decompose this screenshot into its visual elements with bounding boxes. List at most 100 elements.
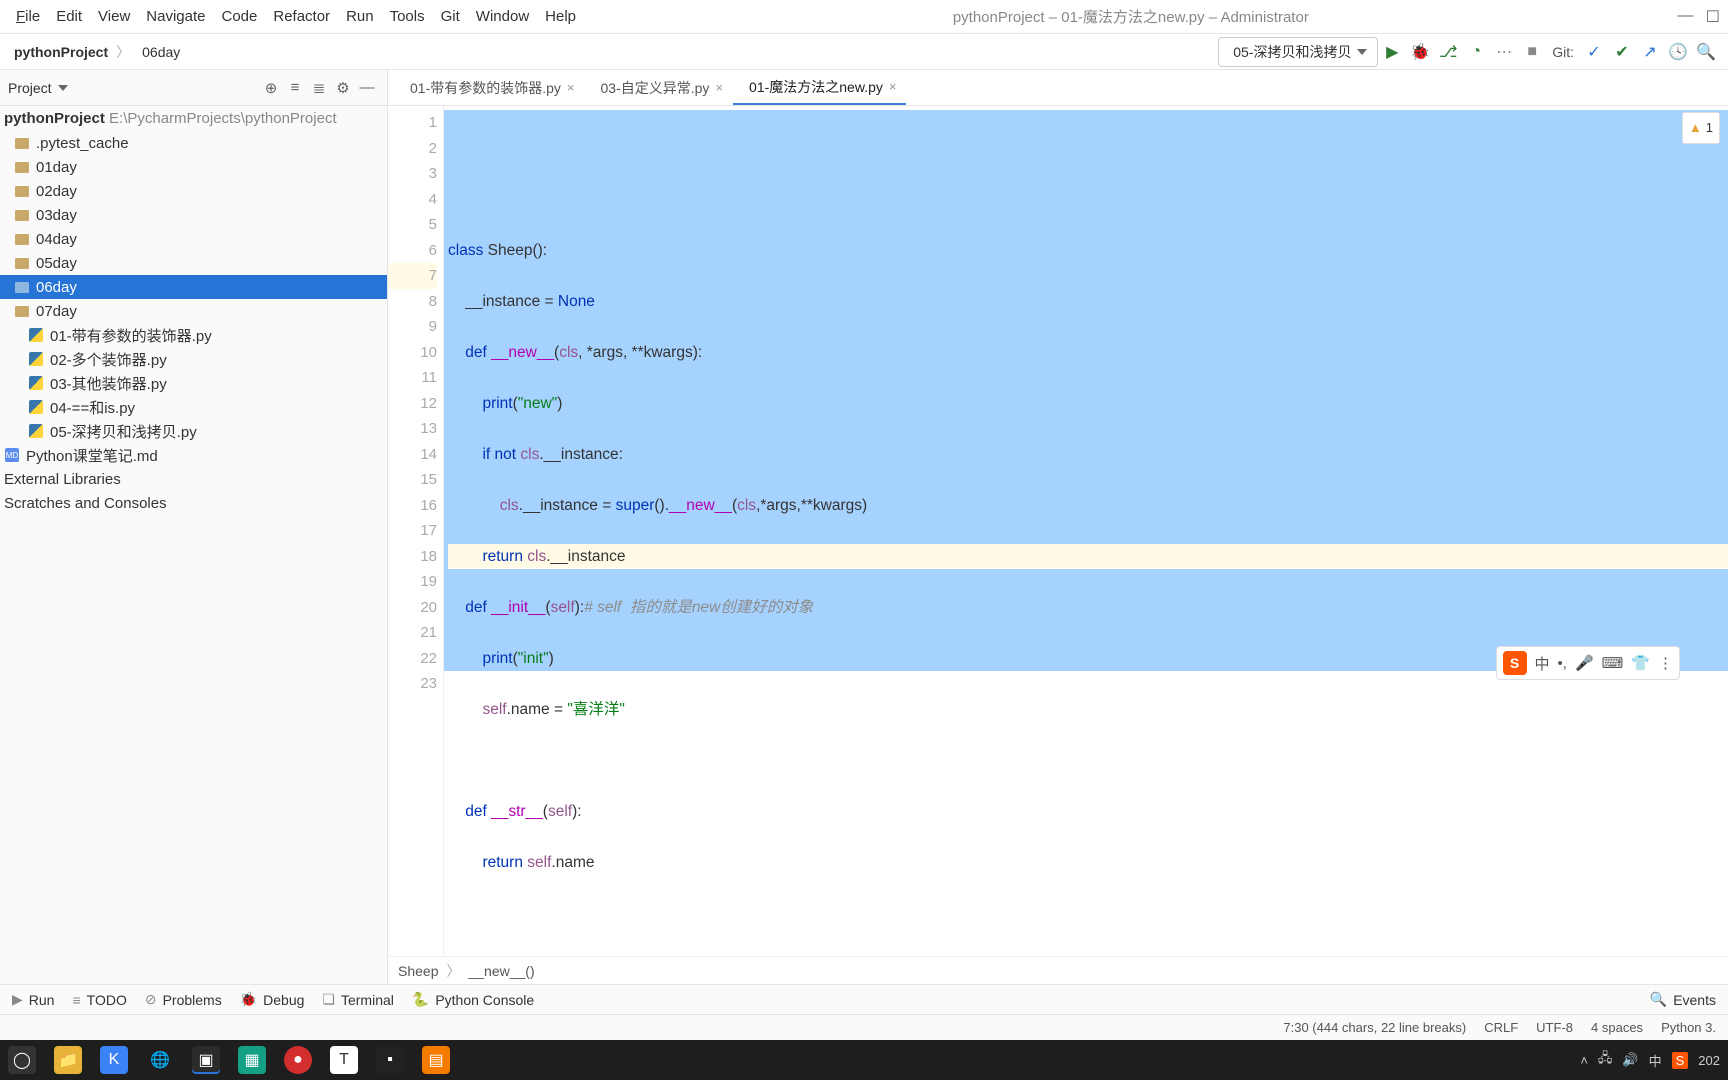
close-icon[interactable]: ×	[715, 80, 723, 95]
gutter[interactable]: 1234567891011121314151617181920212223	[388, 106, 444, 956]
menu-view[interactable]: View	[90, 4, 138, 29]
project-sidebar: Project ⊕ ≡ ≣ ⚙ ― pythonProject E:\Pycha…	[0, 70, 388, 984]
problems-tab[interactable]: ⊘Problems	[145, 991, 222, 1008]
project-root-row[interactable]: pythonProject E:\PycharmProjects\pythonP…	[0, 106, 387, 131]
tree-folder[interactable]: 04day	[0, 227, 387, 251]
todo-tab[interactable]: ≡TODO	[72, 992, 126, 1008]
debug-tab[interactable]: 🐞Debug	[240, 991, 305, 1008]
tree-folder[interactable]: 03day	[0, 203, 387, 227]
record-icon[interactable]: ●	[284, 1046, 312, 1074]
collapse-all-icon[interactable]: ≣	[307, 79, 331, 97]
encoding[interactable]: UTF-8	[1536, 1020, 1573, 1035]
code-breadcrumb[interactable]: Sheep 〉 __new__()	[388, 956, 1728, 984]
menu-edit[interactable]: Edit	[48, 4, 90, 29]
sogou-icon[interactable]: S	[1503, 651, 1527, 675]
pycharm-icon[interactable]: ▣	[192, 1046, 220, 1074]
tray-chevron-icon[interactable]: ˄	[1580, 1053, 1588, 1068]
code-editor[interactable]: ▲1 class Sheep(): __instance = None def …	[444, 106, 1728, 956]
close-icon[interactable]: ×	[567, 80, 575, 95]
interpreter[interactable]: Python 3.	[1661, 1020, 1716, 1035]
caret-position[interactable]: 7:30 (444 chars, 22 line breaks)	[1283, 1020, 1466, 1035]
tree-folder[interactable]: 05day	[0, 251, 387, 275]
warning-badge[interactable]: ▲1	[1682, 112, 1720, 144]
sogou-tray-icon[interactable]: S	[1672, 1052, 1689, 1069]
tree-folder[interactable]: 02day	[0, 179, 387, 203]
more-run-button[interactable]: ⋯	[1490, 38, 1518, 66]
menu-tools[interactable]: Tools	[382, 4, 433, 29]
ime-menu-icon[interactable]: ⋮	[1658, 654, 1673, 672]
tree-file[interactable]: 05-深拷贝和浅拷贝.py	[0, 419, 387, 443]
external-libraries[interactable]: External Libraries	[0, 467, 387, 491]
wps-icon[interactable]: ▦	[238, 1046, 266, 1074]
app-icon[interactable]: K	[100, 1046, 128, 1074]
close-icon[interactable]: ×	[889, 79, 897, 94]
project-label[interactable]: Project	[8, 80, 52, 96]
run-config-select[interactable]: 05-深拷贝和浅拷贝	[1218, 37, 1378, 67]
chrome-icon[interactable]: 🌐	[146, 1046, 174, 1074]
ime-keyboard-icon[interactable]: ⌨	[1602, 654, 1624, 672]
event-log-tab[interactable]: 🔍Events	[1650, 991, 1716, 1008]
expand-all-icon[interactable]: ≡	[283, 79, 307, 96]
breadcrumb-folder[interactable]: 06day	[132, 42, 186, 62]
search-button[interactable]: 🔍	[1692, 38, 1720, 66]
ime-bar[interactable]: S 中 •, 🎤 ⌨ 👕 ⋮	[1496, 646, 1680, 680]
git-history-button[interactable]: 🕓	[1664, 38, 1692, 66]
tree-file[interactable]: 02-多个装饰器.py	[0, 347, 387, 371]
python-console-tab[interactable]: 🐍Python Console	[412, 991, 534, 1008]
menu-refactor[interactable]: Refactor	[265, 4, 338, 29]
git-commit-button[interactable]: ✔	[1608, 38, 1636, 66]
tree-file[interactable]: 03-其他装饰器.py	[0, 371, 387, 395]
ime-indicator[interactable]: 中	[1649, 1051, 1662, 1070]
ime-punct-icon[interactable]: •,	[1558, 655, 1567, 672]
terminal-icon[interactable]: ▪	[376, 1046, 404, 1074]
editor-tab-active[interactable]: 01-魔法方法之new.py×	[733, 71, 906, 105]
menu-git[interactable]: Git	[433, 4, 468, 29]
stop-button[interactable]: ■	[1518, 38, 1546, 66]
git-update-button[interactable]: ✓	[1580, 38, 1608, 66]
menu-navigate[interactable]: Navigate	[138, 4, 213, 29]
tree-folder[interactable]: .pytest_cache	[0, 131, 387, 155]
run-button[interactable]: ▶	[1378, 38, 1406, 66]
app-icon[interactable]: ▤	[422, 1046, 450, 1074]
tree-folder[interactable]: 07day	[0, 299, 387, 323]
line-sep[interactable]: CRLF	[1484, 1020, 1518, 1035]
clock[interactable]: 202	[1698, 1053, 1720, 1068]
breadcrumb-root[interactable]: pythonProject	[8, 42, 114, 62]
terminal-tab[interactable]: ❏Terminal	[322, 991, 393, 1008]
scratches[interactable]: Scratches and Consoles	[0, 491, 387, 515]
minimize-icon[interactable]: ―	[1678, 7, 1694, 27]
indent[interactable]: 4 spaces	[1591, 1020, 1643, 1035]
coverage-button[interactable]: ⎇	[1434, 38, 1462, 66]
ime-lang[interactable]: 中	[1535, 653, 1550, 674]
menu-file[interactable]: File	[8, 4, 48, 29]
ime-skin-icon[interactable]: 👕	[1631, 654, 1650, 672]
tree-file[interactable]: 04-==和is.py	[0, 395, 387, 419]
editor-tab[interactable]: 01-带有参数的装饰器.py×	[394, 72, 585, 104]
menu-help[interactable]: Help	[537, 4, 584, 29]
text-icon[interactable]: T	[330, 1046, 358, 1074]
menu-run[interactable]: Run	[338, 4, 382, 29]
project-tree[interactable]: pythonProject E:\PycharmProjects\pythonP…	[0, 106, 387, 984]
menu-window[interactable]: Window	[468, 4, 537, 29]
start-icon[interactable]: ◯	[8, 1046, 36, 1074]
system-tray[interactable]: ˄ 🖧 🔊 中 S 202	[1580, 1049, 1720, 1071]
editor-tab[interactable]: 03-自定义异常.py×	[585, 72, 734, 104]
tree-folder-selected[interactable]: 06day	[0, 275, 387, 299]
tree-folder[interactable]: 01day	[0, 155, 387, 179]
git-push-button[interactable]: ↗	[1636, 38, 1664, 66]
locate-icon[interactable]: ⊕	[259, 79, 283, 97]
network-icon[interactable]: 🖧	[1598, 1049, 1613, 1071]
chevron-down-icon[interactable]	[58, 85, 68, 91]
run-tab[interactable]: ▶Run	[12, 991, 54, 1008]
profile-button[interactable]: ◔	[1462, 38, 1490, 66]
tree-md-file[interactable]: MDPython课堂笔记.md	[0, 443, 387, 467]
maximize-icon[interactable]: ☐	[1706, 7, 1720, 27]
menu-code[interactable]: Code	[214, 4, 266, 29]
file-explorer-icon[interactable]: 📁	[54, 1046, 82, 1074]
volume-icon[interactable]: 🔊	[1622, 1052, 1638, 1068]
debug-button[interactable]: 🐞	[1406, 38, 1434, 66]
settings-icon[interactable]: ⚙	[331, 79, 355, 97]
tree-file[interactable]: 01-带有参数的装饰器.py	[0, 323, 387, 347]
hide-icon[interactable]: ―	[355, 79, 379, 96]
ime-voice-icon[interactable]: 🎤	[1575, 654, 1594, 672]
